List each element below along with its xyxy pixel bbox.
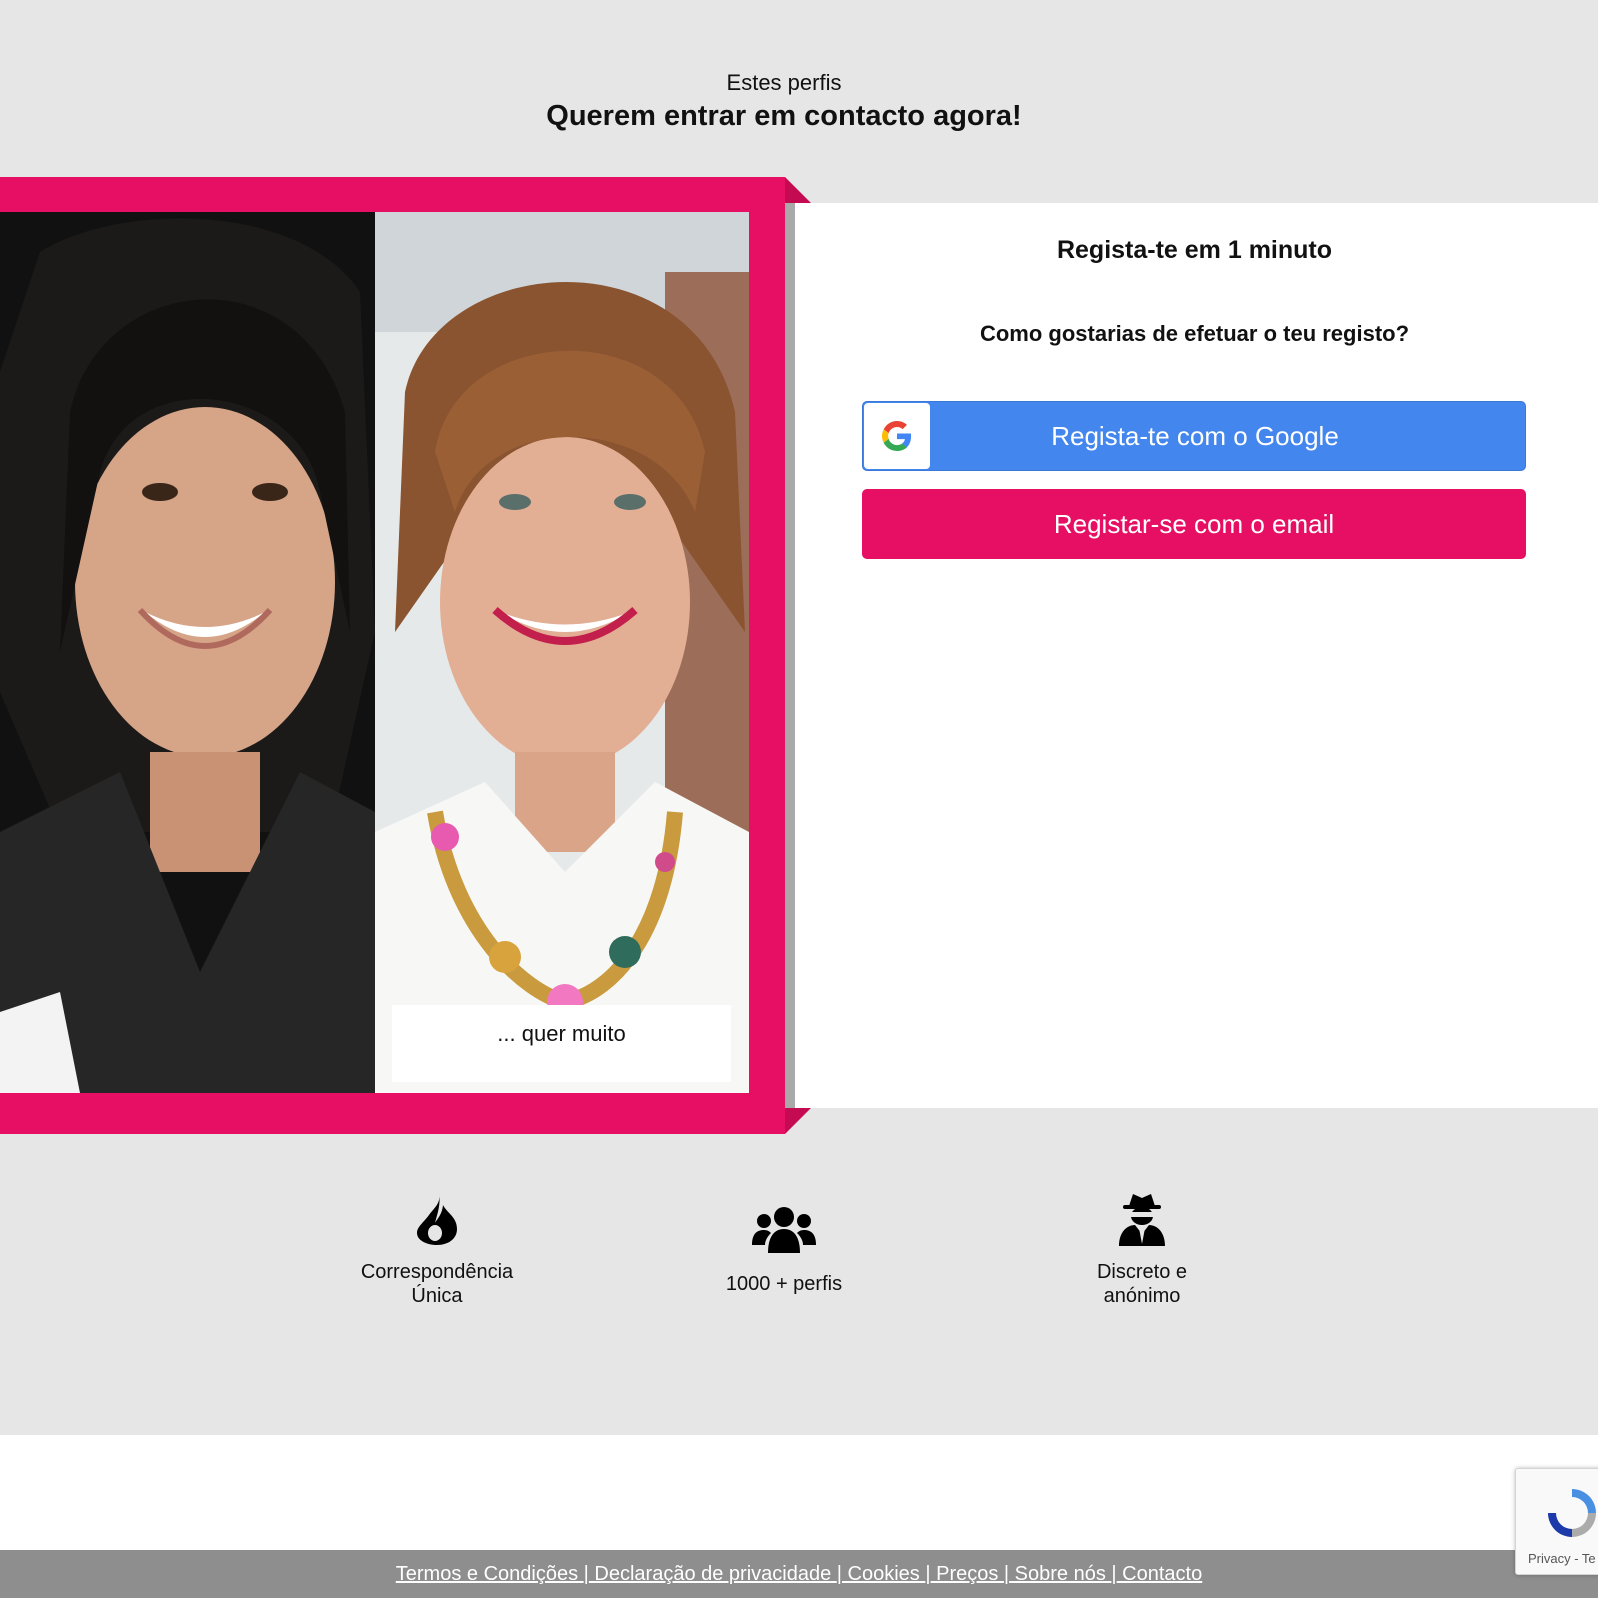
recaptcha-logo-icon xyxy=(1548,1489,1596,1537)
email-register-button[interactable]: Registar-se com o email xyxy=(862,489,1526,559)
registration-question: Como gostarias de efetuar o teu registo? xyxy=(979,321,1410,346)
user-secret-icon xyxy=(1042,1190,1242,1248)
heading-title: Querem entrar em contacto agora! xyxy=(546,100,1022,132)
profile-photo-1[interactable] xyxy=(0,212,375,1093)
profile-photo-1-image xyxy=(0,212,375,1093)
users-icon xyxy=(684,1190,884,1253)
footer-link-about[interactable]: Sobre nós xyxy=(1009,1563,1111,1585)
footer-link-cookies[interactable]: Cookies xyxy=(842,1563,925,1585)
google-register-label: Regista-te com o Google xyxy=(1051,420,1339,451)
feature-discreet-line1: Discreto e xyxy=(1096,1261,1188,1283)
footer-link-contact[interactable]: Contacto xyxy=(1117,1563,1202,1585)
feature-profiles-count: 1000 + perfis xyxy=(684,1190,884,1296)
fire-icon xyxy=(337,1190,537,1248)
footer-link-prices[interactable]: Preços xyxy=(931,1563,1004,1585)
google-register-button[interactable]: Regista-te com o Google xyxy=(862,401,1526,471)
profile-caption: ... quer muito xyxy=(392,1005,731,1082)
white-band xyxy=(0,1435,1598,1550)
features-row: Correspondência Única 1000 + perfis Disc… xyxy=(0,1190,1568,1320)
footer: Termos e Condições | Declaração de priva… xyxy=(0,1550,1598,1598)
feature-profiles-count-label: 1000 + perfis xyxy=(725,1273,843,1295)
feature-unique-match: Correspondência Única xyxy=(337,1190,537,1308)
profile-photo-2[interactable] xyxy=(375,212,749,1093)
footer-link-terms[interactable]: Termos e Condições xyxy=(396,1563,584,1585)
google-logo-icon xyxy=(864,403,930,469)
frame-fold-top xyxy=(785,177,811,203)
recaptcha-text[interactable]: Privacy - Te xyxy=(1528,1551,1596,1566)
page-heading: Estes perfis Querem entrar em contacto a… xyxy=(0,68,1568,134)
feature-discreet: Discreto e anónimo xyxy=(1042,1190,1242,1308)
heading-subtitle: Estes perfis xyxy=(726,70,842,95)
feature-unique-match-line1: Correspondência xyxy=(360,1261,514,1283)
feature-discreet-line2: anónimo xyxy=(1103,1285,1181,1307)
footer-link-privacy[interactable]: Declaração de privacidade xyxy=(589,1563,837,1585)
frame-fold-bottom xyxy=(785,1108,811,1134)
feature-unique-match-line2: Única xyxy=(411,1285,463,1307)
panel-shadow xyxy=(785,203,795,1108)
registration-panel: Regista-te em 1 minuto Como gostarias de… xyxy=(795,203,1598,1108)
profile-photo-2-image xyxy=(375,212,749,1093)
email-register-label: Registar-se com o email xyxy=(1053,508,1335,539)
recaptcha-badge[interactable]: Privacy - Te xyxy=(1515,1468,1598,1575)
registration-title: Regista-te em 1 minuto xyxy=(1056,236,1333,264)
